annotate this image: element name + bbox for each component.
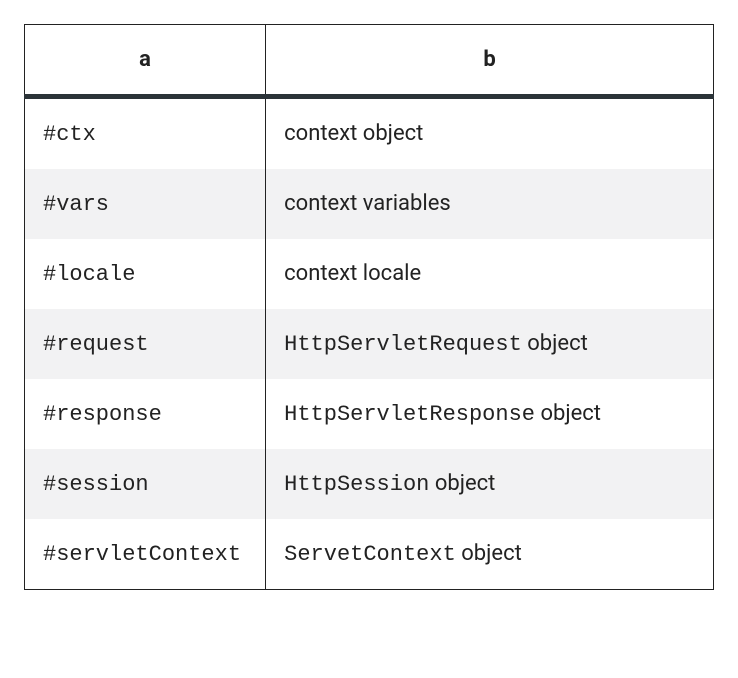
- cell-b: HttpServletRequest object: [266, 309, 714, 379]
- table-header-b: b: [266, 25, 714, 97]
- cell-a: #session: [25, 449, 266, 519]
- table-row: #ctx context object: [25, 97, 714, 170]
- code-text: #locale: [43, 262, 135, 287]
- table-row: #vars context variables: [25, 169, 714, 239]
- code-text: #response: [43, 402, 162, 427]
- cell-a: #request: [25, 309, 266, 379]
- plain-text: object: [522, 331, 588, 356]
- plain-text: object: [456, 541, 522, 566]
- cell-b: context variables: [266, 169, 714, 239]
- code-text: #session: [43, 472, 149, 497]
- plain-text: context variables: [284, 191, 451, 216]
- reference-table: a b #ctx context object #vars context va…: [24, 24, 714, 590]
- code-text: #request: [43, 332, 149, 357]
- table-header-a: a: [25, 25, 266, 97]
- cell-b: HttpServletResponse object: [266, 379, 714, 449]
- plain-text: context locale: [284, 261, 421, 286]
- plain-text: context object: [284, 121, 423, 146]
- cell-b: context locale: [266, 239, 714, 309]
- cell-a: #response: [25, 379, 266, 449]
- table-row: #servletContext ServetContext object: [25, 519, 714, 590]
- code-text: #servletContext: [43, 542, 241, 567]
- cell-a: #vars: [25, 169, 266, 239]
- code-text: HttpServletResponse: [284, 402, 535, 427]
- code-text: ServetContext: [284, 542, 456, 567]
- cell-b: HttpSession object: [266, 449, 714, 519]
- plain-text: object: [429, 471, 495, 496]
- cell-b: context object: [266, 97, 714, 170]
- cell-b: ServetContext object: [266, 519, 714, 590]
- code-text: #ctx: [43, 122, 96, 147]
- cell-a: #locale: [25, 239, 266, 309]
- code-text: HttpSession: [284, 472, 429, 497]
- plain-text: object: [535, 401, 601, 426]
- table-row: #session HttpSession object: [25, 449, 714, 519]
- cell-a: #servletContext: [25, 519, 266, 590]
- table-row: #response HttpServletResponse object: [25, 379, 714, 449]
- table-row: #locale context locale: [25, 239, 714, 309]
- code-text: #vars: [43, 192, 109, 217]
- cell-a: #ctx: [25, 97, 266, 170]
- code-text: HttpServletRequest: [284, 332, 522, 357]
- table-row: #request HttpServletRequest object: [25, 309, 714, 379]
- table-header-row: a b: [25, 25, 714, 97]
